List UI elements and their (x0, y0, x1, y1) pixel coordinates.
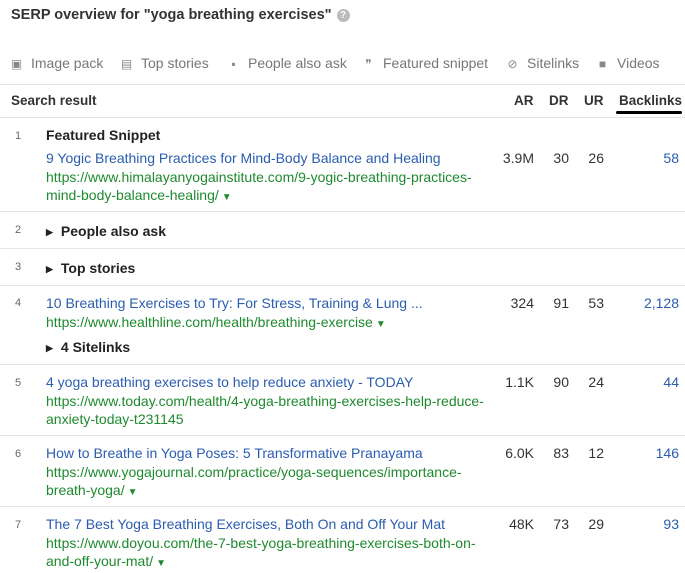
ur-value: 26 (588, 150, 604, 166)
people-also-ask-toggle[interactable]: ▶ People also ask (46, 223, 166, 239)
feature-sitelinks[interactable]: ⊘ Sitelinks (506, 55, 579, 71)
featured-snippet-heading: Featured Snippet (46, 127, 161, 143)
result-title-link[interactable]: How to Breathe in Yoga Poses: 5 Transfor… (46, 445, 423, 461)
backlinks-value[interactable]: 146 (656, 445, 679, 461)
table-header: Search result AR DR UR Backlinks (0, 86, 685, 118)
row-number: 6 (15, 448, 22, 460)
result-url[interactable]: https://www.yogajournal.com/practice/yog… (46, 463, 491, 502)
chevron-down-icon[interactable]: ▼ (222, 192, 232, 203)
ar-value: 3.9M (502, 150, 534, 166)
caret-right-icon: ▶ (46, 264, 53, 274)
caret-right-icon: ▶ (46, 343, 53, 353)
chevron-down-icon[interactable]: ▼ (376, 319, 386, 330)
ar-value: 324 (510, 295, 534, 311)
result-url[interactable]: https://www.himalayanyogainstitute.com/9… (46, 168, 491, 207)
top-stories-toggle[interactable]: ▶ Top stories (46, 260, 135, 276)
result-title-link[interactable]: 10 Breathing Exercises to Try: For Stres… (46, 295, 423, 311)
table-row: 2 ▶ People also ask (0, 212, 685, 249)
row-number: 3 (15, 261, 22, 273)
ar-value: 1.1K (505, 374, 534, 390)
backlinks-value[interactable]: 58 (663, 150, 679, 166)
ur-value: 12 (588, 445, 604, 461)
table-row: 7 The 7 Best Yoga Breathing Exercises, B… (0, 507, 685, 571)
table-row: 4 10 Breathing Exercises to Try: For Str… (0, 286, 685, 365)
chevron-down-icon[interactable]: ▼ (156, 558, 166, 569)
dr-value: 91 (553, 295, 569, 311)
ar-value: 6.0K (505, 445, 534, 461)
serp-features-bar: ▣ Image pack ▤ Top stories ▪ People also as… (0, 42, 685, 85)
backlinks-value[interactable]: 2,128 (644, 295, 679, 311)
row-number: 2 (15, 224, 22, 236)
col-dr[interactable]: DR (549, 93, 569, 108)
help-icon[interactable]: ? (336, 9, 350, 22)
dr-value: 73 (553, 516, 569, 532)
backlinks-value[interactable]: 93 (663, 516, 679, 532)
chevron-down-icon[interactable]: ▼ (128, 487, 138, 498)
row-number: 5 (15, 377, 22, 389)
result-title-link[interactable]: 4 yoga breathing exercises to help reduc… (46, 374, 413, 390)
image-icon: ▣ (10, 57, 23, 71)
result-title-link[interactable]: 9 Yogic Breathing Practices for Mind-Bod… (46, 150, 441, 166)
link-icon: ⊘ (507, 57, 518, 71)
table-row: 5 4 yoga breathing exercises to help red… (0, 365, 685, 436)
ar-value: 48K (509, 516, 534, 532)
sitelinks-toggle[interactable]: ▶ 4 Sitelinks (46, 339, 130, 355)
quote-icon: ❞ (365, 57, 372, 71)
table-row: 6 How to Breathe in Yoga Poses: 5 Transf… (0, 436, 685, 507)
result-url[interactable]: https://www.doyou.com/the-7-best-yoga-br… (46, 534, 491, 573)
col-ur[interactable]: UR (584, 93, 604, 108)
news-icon: ▤ (120, 57, 133, 71)
result-url[interactable]: https://www.today.com/health/4-yoga-brea… (46, 392, 491, 428)
result-title-link[interactable]: The 7 Best Yoga Breathing Exercises, Bot… (46, 516, 445, 532)
dr-value: 30 (553, 150, 569, 166)
col-backlinks[interactable]: Backlinks (619, 93, 682, 108)
feature-people-also-ask[interactable]: ▪ People also ask (227, 55, 346, 71)
video-icon: ■ (598, 57, 607, 71)
ur-value: 53 (588, 295, 604, 311)
feature-top-stories[interactable]: ▤ Top stories (120, 55, 209, 71)
table-row: 3 ▶ Top stories (0, 249, 685, 286)
feature-image-pack[interactable]: ▣ Image pack (10, 55, 104, 71)
question-icon: ▪ (231, 57, 236, 71)
caret-right-icon: ▶ (46, 227, 53, 237)
ur-value: 24 (588, 374, 604, 390)
dr-value: 83 (553, 445, 569, 461)
table-row: 1 Featured Snippet 9 Yogic Breathing Pra… (0, 118, 685, 212)
col-search-result[interactable]: Search result (11, 93, 97, 108)
active-sort-indicator (616, 111, 682, 114)
row-number: 7 (15, 519, 22, 531)
row-number: 4 (15, 297, 22, 309)
page-title: SERP overview for "yoga breathing exerci… (11, 7, 350, 23)
page-title-text: SERP overview for "yoga breathing exerci… (11, 7, 332, 23)
row-number: 1 (15, 130, 22, 142)
backlinks-value[interactable]: 44 (663, 374, 679, 390)
ur-value: 29 (588, 516, 604, 532)
result-url[interactable]: https://www.healthline.com/health/breath… (46, 313, 491, 334)
feature-featured-snippet[interactable]: ❞ Featured snippet (362, 55, 488, 71)
dr-value: 90 (553, 374, 569, 390)
feature-videos[interactable]: ■ Videos (596, 55, 660, 71)
col-ar[interactable]: AR (514, 93, 534, 108)
